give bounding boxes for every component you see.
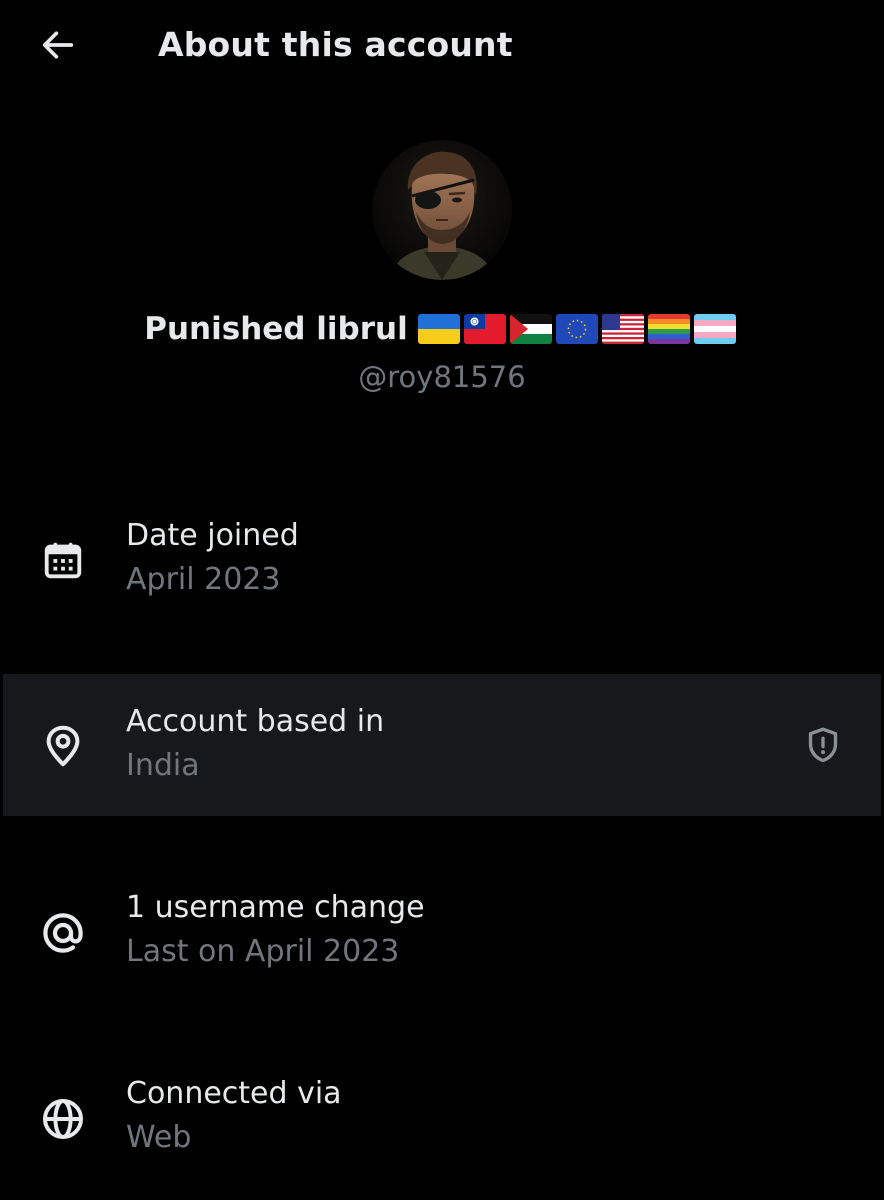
shield-alert-icon	[808, 727, 838, 763]
connected-via-value: Web	[126, 1120, 192, 1155]
date-joined-row: Date joined April 2023	[0, 490, 884, 632]
shield-alert-button[interactable]	[799, 721, 847, 769]
date-joined-label: Date joined	[126, 518, 299, 553]
back-button[interactable]	[30, 22, 86, 68]
username-change-label: 1 username change	[126, 890, 425, 925]
account-based-in-row[interactable]: Account based in India	[3, 674, 881, 816]
username-handle: @roy81576	[358, 360, 526, 394]
flag-emojis	[417, 314, 740, 344]
arrow-left-icon	[42, 31, 74, 59]
palestine-flag-icon	[509, 314, 552, 344]
eu-flag-icon	[555, 314, 598, 344]
rainbow-pride-flag-icon	[647, 314, 690, 344]
date-joined-value: April 2023	[126, 562, 281, 597]
username-change-row: 1 username change Last on April 2023	[0, 862, 884, 1004]
ukraine-flag-icon	[417, 314, 460, 344]
location-pin-icon	[38, 721, 88, 771]
connected-via-label: Connected via	[126, 1076, 342, 1111]
display-name: Punished librul	[144, 311, 408, 347]
username-change-value: Last on April 2023	[126, 934, 400, 969]
top-bar: About this account	[0, 0, 884, 92]
page-title: About this account	[158, 25, 513, 64]
display-name-row: Punished librul	[0, 305, 884, 353]
globe-icon	[38, 1094, 88, 1144]
account-based-in-label: Account based in	[126, 704, 385, 739]
transgender-pride-flag-icon	[693, 314, 736, 344]
calendar-icon	[38, 535, 88, 585]
account-based-in-value: India	[126, 748, 200, 783]
avatar[interactable]	[372, 140, 512, 280]
connected-via-row: Connected via Web	[0, 1048, 884, 1190]
usa-flag-icon	[601, 314, 644, 344]
at-sign-icon	[38, 908, 88, 958]
taiwan-flag-icon	[463, 314, 506, 344]
